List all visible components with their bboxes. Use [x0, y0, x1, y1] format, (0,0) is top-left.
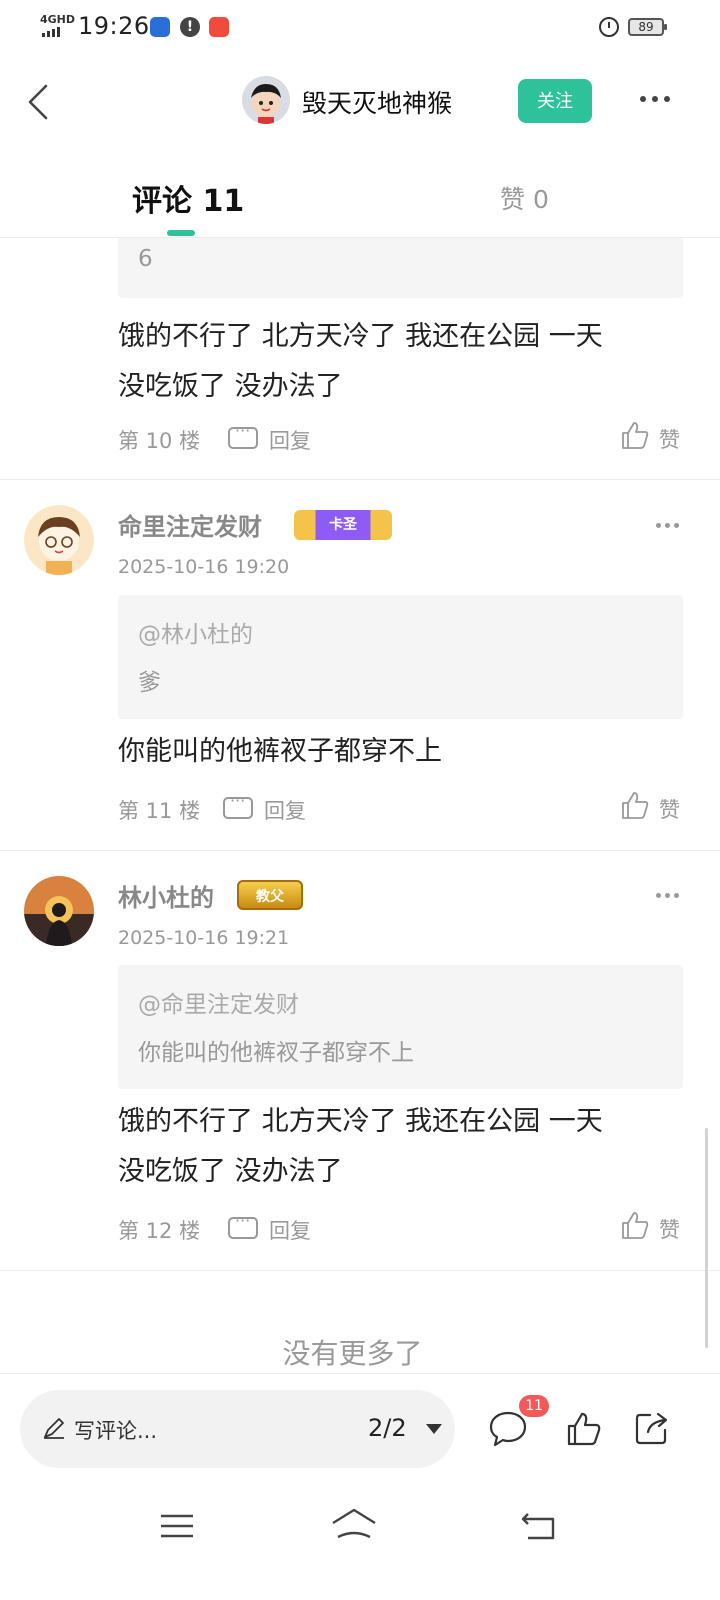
return-icon[interactable] — [520, 1511, 556, 1541]
like-button[interactable]: 赞 — [659, 794, 680, 824]
floor-number: 第 10 楼 — [118, 429, 201, 453]
divider — [0, 850, 720, 851]
timestamp: 2025-10-16 19:21 — [118, 927, 290, 949]
level-badge: 卡圣 — [294, 510, 392, 540]
active-tab-indicator — [167, 230, 195, 236]
back-icon[interactable] — [22, 84, 58, 120]
scrollbar[interactable] — [705, 1128, 708, 1348]
tab-comments[interactable]: 评论 11 — [132, 176, 244, 220]
comment-text: 饿的不行了 北方天冷了 我还在公园 一天 没吃饭了 没办法了 — [118, 312, 688, 412]
share-icon[interactable] — [634, 1410, 670, 1446]
reply-icon[interactable] — [223, 791, 253, 819]
news-app-icon — [150, 17, 170, 37]
like-icon[interactable] — [620, 1210, 650, 1240]
alarm-icon — [599, 17, 619, 37]
quote-box: @林小杜的 爹 — [118, 595, 683, 719]
quote-mention[interactable]: @命里注定发财 — [138, 985, 299, 1019]
home-icon[interactable] — [330, 1507, 378, 1543]
pencil-icon — [44, 1418, 64, 1439]
comment-more-icon[interactable] — [656, 523, 679, 528]
comment-input[interactable]: 写评论... 2/2 — [20, 1390, 455, 1468]
comment-bubble-icon[interactable] — [488, 1410, 528, 1448]
divider — [0, 1270, 720, 1271]
quote-mention[interactable]: @林小杜的 — [138, 615, 253, 649]
action-bar: 写评论... 2/2 11 — [0, 1373, 720, 1483]
battery-icon: 89 — [628, 18, 667, 36]
reply-button[interactable]: 回复 — [264, 795, 306, 825]
comment-text-line: 没吃饭了 没办法了 — [118, 1156, 343, 1187]
tab-likes-count: 0 — [532, 185, 549, 214]
floor-number: 第 12 楼 — [118, 1219, 201, 1243]
quote-body: 爹 — [138, 670, 161, 696]
end-of-list-label: 没有更多了 — [282, 1337, 423, 1370]
quote-box: 6 — [118, 238, 683, 298]
like-button[interactable]: 赞 — [659, 424, 680, 454]
comment-list[interactable]: 6 饿的不行了 北方天冷了 我还在公园 一天 没吃饭了 没办法了 第 10 楼 … — [0, 238, 720, 1373]
like-button[interactable]: 赞 — [659, 1214, 680, 1244]
signal-icon — [42, 27, 60, 37]
tab-comments-label: 评论 — [132, 184, 192, 219]
comment-more-icon[interactable] — [656, 893, 679, 898]
quote-body: 6 — [138, 246, 153, 272]
like-icon[interactable] — [620, 790, 650, 820]
comment-count-badge: 11 — [519, 1395, 549, 1417]
comment-input-placeholder: 写评论... — [74, 1419, 158, 1443]
divider — [0, 479, 720, 480]
shopping-app-icon — [209, 17, 229, 37]
avatar[interactable] — [24, 876, 94, 946]
floor-number: 第 11 楼 — [118, 799, 201, 823]
thumb-icon[interactable] — [566, 1411, 602, 1447]
page-indicator[interactable]: 2/2 — [368, 1414, 407, 1442]
quote-body: 你能叫的他裤衩子都穿不上 — [138, 1040, 414, 1066]
tab-likes-label: 赞 — [500, 185, 526, 214]
chevron-down-icon[interactable] — [426, 1424, 442, 1434]
more-icon[interactable] — [640, 96, 670, 102]
reply-button[interactable]: 回复 — [269, 1215, 311, 1245]
avatar[interactable] — [24, 505, 94, 575]
reply-icon[interactable] — [228, 421, 258, 449]
level-badge: 教父 — [237, 880, 303, 910]
system-nav-bar — [0, 1483, 720, 1600]
comment-text-line: 没吃饭了 没办法了 — [118, 371, 343, 402]
author-name[interactable]: 毁天灭地神猴 — [302, 84, 452, 120]
username[interactable]: 命里注定发财 — [118, 507, 262, 542]
comment-text-line: 饿的不行了 北方天冷了 我还在公园 一天 — [118, 321, 603, 352]
like-icon[interactable] — [620, 420, 650, 450]
status-bar: 4GHD 19:26 ! 89 — [0, 0, 720, 56]
username[interactable]: 林小杜的 — [118, 878, 214, 913]
comment-text: 你能叫的他裤衩子都穿不上 — [118, 736, 442, 767]
reply-icon[interactable] — [228, 1211, 258, 1239]
author-avatar[interactable] — [242, 76, 290, 124]
tab-likes[interactable]: 赞 0 — [500, 180, 549, 216]
comment-text: 饿的不行了 北方天冷了 我还在公园 一天 没吃饭了 没办法了 — [118, 1097, 688, 1197]
tab-bar: 评论 11 赞 0 — [0, 160, 720, 238]
menu-icon[interactable] — [160, 1513, 194, 1539]
network-label: 4GHD — [40, 13, 76, 26]
alert-icon: ! — [180, 17, 200, 37]
quote-box: @命里注定发财 你能叫的他裤衩子都穿不上 — [118, 965, 683, 1089]
comment-text-line: 饿的不行了 北方天冷了 我还在公园 一天 — [118, 1106, 603, 1137]
tab-comments-count: 11 — [202, 184, 245, 219]
reply-button[interactable]: 回复 — [269, 425, 311, 455]
timestamp: 2025-10-16 19:20 — [118, 556, 290, 578]
clock: 19:26 — [78, 12, 150, 40]
top-nav: 毁天灭地神猴 关注 — [0, 56, 720, 148]
follow-button[interactable]: 关注 — [518, 79, 592, 123]
